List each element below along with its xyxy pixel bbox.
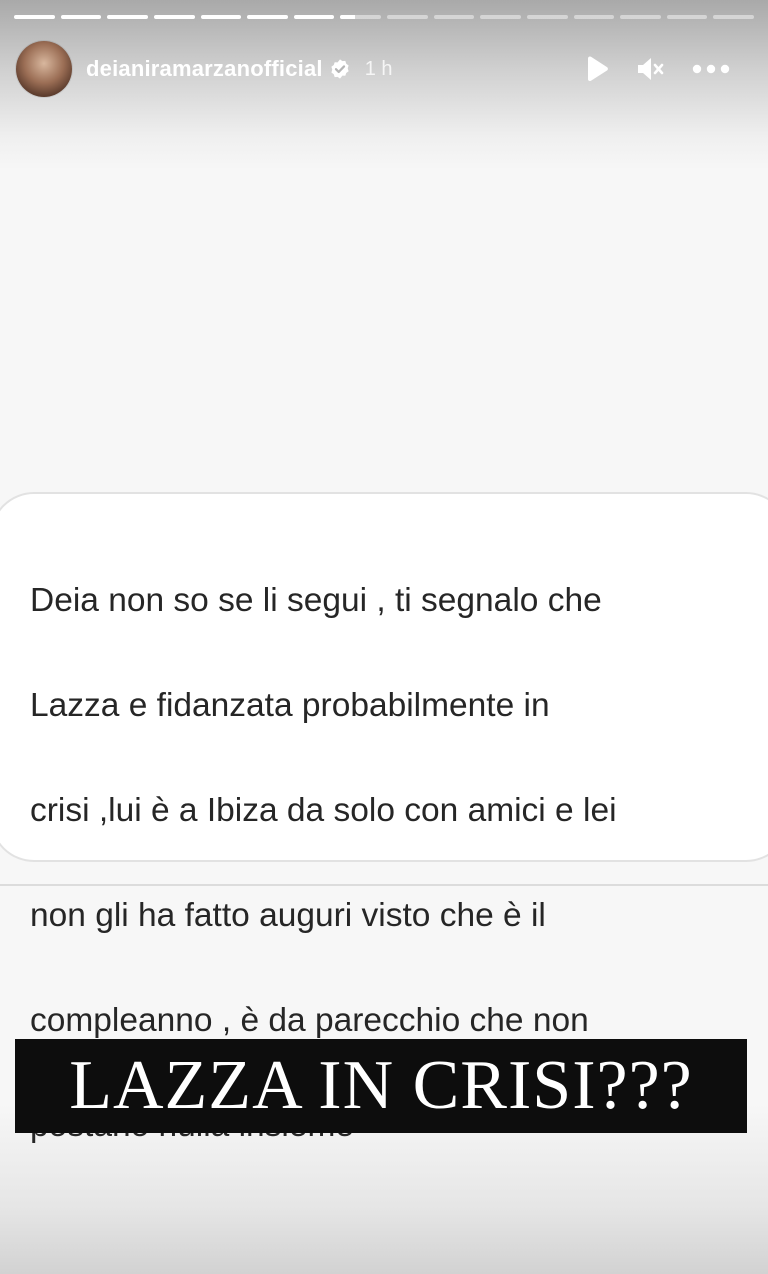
progress-segment (620, 15, 661, 19)
speaker-muted-icon[interactable] (636, 55, 666, 83)
progress-segment-fill (153, 15, 195, 19)
progress-segment (480, 15, 521, 19)
progress-segment (340, 15, 381, 19)
progress-segment-fill (107, 15, 148, 19)
progress-segment-fill (293, 15, 335, 19)
progress-segment (666, 15, 708, 19)
verified-badge-icon (329, 58, 351, 80)
progress-segment (153, 15, 195, 19)
story-header: deianiramarzanofficial 1 h (16, 40, 756, 98)
divider (0, 884, 768, 886)
progress-segment (713, 15, 754, 19)
progress-segment (526, 15, 568, 19)
progress-segment (293, 15, 335, 19)
username[interactable]: deianiramarzanofficial (86, 56, 323, 82)
message-line: Deia non so se li segui , ti segnalo che (30, 581, 602, 619)
more-options-icon[interactable] (692, 64, 730, 74)
progress-segment-fill (200, 15, 242, 19)
progress-segment (60, 15, 102, 19)
message-line: crisi ,lui è a Ibiza da solo con amici e… (30, 791, 617, 829)
progress-segment (200, 15, 242, 19)
message-line: non gli ha fatto auguri visto che è il (30, 896, 546, 934)
progress-segment-fill (340, 15, 355, 19)
story-controls (584, 55, 756, 83)
progress-segment (433, 15, 475, 19)
progress-segment-fill (14, 15, 55, 19)
progress-segment-fill (247, 15, 288, 19)
headline-banner: LAZZA IN CRISI??? (15, 1039, 747, 1133)
headline-text: LAZZA IN CRISI??? (69, 1047, 693, 1124)
progress-segment (573, 15, 615, 19)
avatar[interactable] (16, 41, 72, 97)
progress-segment-fill (60, 15, 102, 19)
post-time: 1 h (364, 57, 393, 80)
progress-segment (247, 15, 288, 19)
story-progress-bar (14, 15, 754, 19)
progress-segment (107, 15, 148, 19)
play-icon[interactable] (584, 55, 610, 83)
progress-segment (14, 15, 55, 19)
progress-segment (387, 15, 428, 19)
message-line: Lazza e fidanzata probabilmente in (30, 686, 550, 724)
